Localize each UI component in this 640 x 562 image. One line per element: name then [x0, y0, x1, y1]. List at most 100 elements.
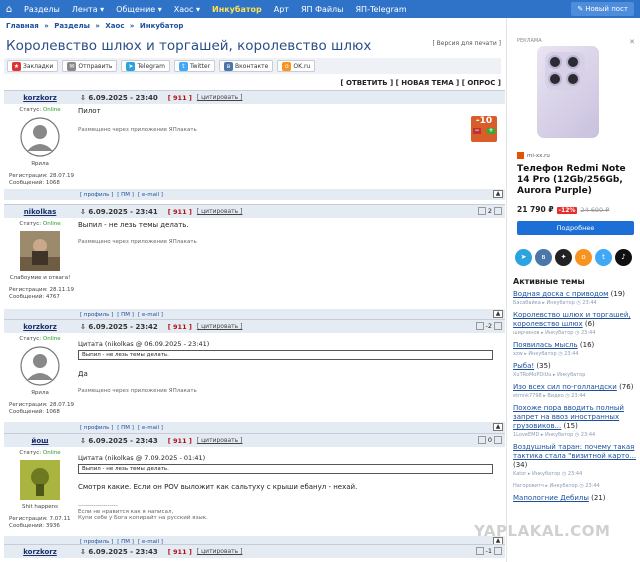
menu-khaos[interactable]: Хаос ▾ — [168, 5, 206, 14]
post-text: Пилот — [78, 107, 101, 115]
minus-icon[interactable] — [475, 547, 484, 555]
pm-link[interactable]: [ ПМ ] — [117, 425, 134, 431]
post-author[interactable]: nikolkas — [4, 208, 76, 216]
quote-button[interactable]: [ цитировать ] — [197, 437, 243, 444]
quote-button[interactable]: [ цитировать ] — [197, 208, 243, 215]
bookmarks-button[interactable]: ★ Закладки — [7, 60, 59, 72]
pm-link[interactable]: [ ПМ ] — [117, 312, 134, 318]
twitter-share-button[interactable]: t Twitter — [173, 60, 216, 72]
post-number[interactable]: [ 911 ] — [168, 323, 192, 331]
breadcrumb-sep: » — [95, 22, 100, 30]
ad-brand-text: mi-xx.ru — [527, 153, 550, 159]
minus-icon[interactable] — [475, 322, 484, 330]
minus-icon[interactable] — [477, 436, 486, 444]
post-author[interactable]: korzkorz — [4, 94, 76, 102]
vk-icon[interactable]: в — [535, 249, 552, 266]
post-author[interactable]: korzkorz — [4, 548, 76, 556]
post-number[interactable]: [ 911 ] — [168, 208, 192, 216]
post-number[interactable]: [ 911 ] — [168, 437, 192, 445]
mi-logo-icon — [517, 152, 524, 159]
post-author[interactable]: korzkorz — [4, 323, 76, 331]
plus-icon[interactable] — [494, 436, 502, 444]
menu-files[interactable]: ЯП Файлы — [295, 5, 350, 14]
profile-link[interactable]: [ профиль ] — [80, 312, 113, 318]
list-item: Появилась мысль (16) xzw ▸ Инкубатор ◷ 23… — [513, 341, 639, 359]
plus-icon[interactable] — [494, 207, 502, 215]
post-date: ⇩ 6.09.2025 - 23:43 — [80, 547, 158, 556]
post-footer: [ профиль ] [ ПМ ] [ e-mail ] ▲ — [4, 189, 505, 200]
home-icon[interactable]: ⌂ — [0, 0, 18, 18]
minus-icon[interactable]: − — [473, 128, 481, 134]
breadcrumb-khaos[interactable]: Хаос — [105, 22, 124, 30]
breadcrumb-razdely[interactable]: Разделы — [54, 22, 90, 30]
breadcrumb-home[interactable]: Главная — [6, 22, 39, 30]
topic-link[interactable]: Воздушный таран: почему такая тактика ст… — [513, 443, 636, 460]
post-rating-value: 2 — [487, 207, 492, 215]
plus-icon[interactable]: + — [487, 128, 495, 134]
ad-details-button[interactable]: Подробнее — [517, 221, 634, 235]
list-item: Похоже пора вводить полный запрет на вво… — [513, 404, 639, 440]
user-messages: Сообщений: 4767 — [9, 294, 60, 300]
post-number[interactable]: [ 911 ] — [168, 548, 192, 556]
menu-lenta[interactable]: Лента ▾ — [66, 5, 110, 14]
scroll-top-icon[interactable]: ▲ — [493, 423, 503, 431]
scroll-top-icon[interactable]: ▲ — [493, 310, 503, 318]
breadcrumb-sep: » — [129, 22, 135, 30]
menu-inkubator[interactable]: Инкубатор — [206, 5, 268, 14]
new-post-button[interactable]: ✎ Новый пост — [571, 2, 634, 16]
breadcrumb-inkubator[interactable]: Инкубатор — [140, 22, 184, 30]
close-icon[interactable]: ✕ — [629, 38, 635, 46]
topic-link[interactable]: Водная доска с приводом — [513, 290, 608, 298]
status-online: Online — [42, 450, 61, 456]
user-info: Статус: Online Ярила Регистрация: 28.07.… — [4, 104, 76, 187]
pm-link[interactable]: [ ПМ ] — [117, 192, 134, 198]
profile-link[interactable]: [ профиль ] — [80, 425, 113, 431]
plus-icon[interactable] — [494, 322, 502, 330]
menu-art[interactable]: Арт — [268, 5, 295, 14]
email-link[interactable]: [ e-mail ] — [138, 192, 163, 198]
user-info: Статус: Online Shit happens Регистрация:… — [4, 447, 76, 530]
quote-button[interactable]: [ цитировать ] — [197, 94, 243, 101]
post-number[interactable]: [ 911 ] — [168, 94, 192, 102]
dzen-icon[interactable]: ✦ — [555, 249, 572, 266]
tiktok-icon[interactable]: ♪ — [615, 249, 632, 266]
quote-button[interactable]: [ цитировать ] — [197, 548, 243, 555]
post-text: Выпил - не лезь темы делать. — [78, 221, 189, 229]
thread-actions[interactable]: [ ОТВЕТИТЬ ] [ НОВАЯ ТЕМА ] [ ОПРОС ] — [340, 79, 501, 87]
ad-price-value: 21 790 ₽ — [517, 205, 554, 214]
ad-product-image[interactable] — [537, 46, 599, 138]
quote-button[interactable]: [ цитировать ] — [197, 323, 243, 330]
scroll-top-icon[interactable]: ▲ — [493, 190, 503, 198]
twitter-icon[interactable]: t — [595, 249, 612, 266]
ok-share-button[interactable]: o OK.ru — [277, 60, 316, 72]
menu-obshchenie[interactable]: Общение ▾ — [110, 5, 168, 14]
telegram-share-button[interactable]: ➤ Telegram — [121, 60, 170, 72]
list-item: Королевство шлюх и торгашей, королевство… — [513, 311, 639, 338]
signature-line: Купи себе у Бога копирайт на русский язы… — [78, 515, 208, 521]
pencil-icon: ✎ — [577, 5, 584, 13]
topic-link[interactable]: Появилась мысль — [513, 341, 578, 349]
social-links: ➤ в ✦ o t ♪ — [515, 249, 632, 266]
email-link[interactable]: [ e-mail ] — [138, 312, 163, 318]
topic-link[interactable]: Рыба! — [513, 362, 534, 370]
topic-link[interactable]: Королевство шлюх и торгашей, королевство… — [513, 311, 631, 328]
ok-icon[interactable]: o — [575, 249, 592, 266]
topic-link[interactable]: Изо всех сил по-голландски — [513, 383, 617, 391]
menu-telegram[interactable]: ЯП-Telegram — [350, 5, 413, 14]
minus-icon[interactable] — [477, 207, 486, 215]
menu-razdely[interactable]: Разделы — [18, 5, 66, 14]
user-registration: Регистрация: 28.07.19 — [9, 402, 74, 408]
plus-icon[interactable] — [494, 547, 502, 555]
post-date-text: 6.09.2025 - 23:41 — [88, 207, 158, 216]
print-version-link[interactable]: [ Версия для печати ] — [432, 40, 501, 47]
ad-title[interactable]: Телефон Redmi Note 14 Pro (12Gb/256Gb, A… — [517, 164, 637, 197]
telegram-icon: ➤ — [126, 61, 136, 71]
send-button[interactable]: ✉ Отправить — [62, 60, 118, 72]
vk-share-button[interactable]: в Вконтакте — [219, 60, 274, 72]
post-author[interactable]: йош — [4, 437, 76, 445]
email-link[interactable]: [ e-mail ] — [138, 425, 163, 431]
telegram-icon[interactable]: ➤ — [515, 249, 532, 266]
topic-link[interactable]: Мапологние Дебилы — [513, 494, 589, 502]
profile-link[interactable]: [ профиль ] — [80, 192, 113, 198]
post-header: korzkorz ⇩ 6.09.2025 - 23:42 [ 911 ] [ ц… — [4, 320, 505, 333]
